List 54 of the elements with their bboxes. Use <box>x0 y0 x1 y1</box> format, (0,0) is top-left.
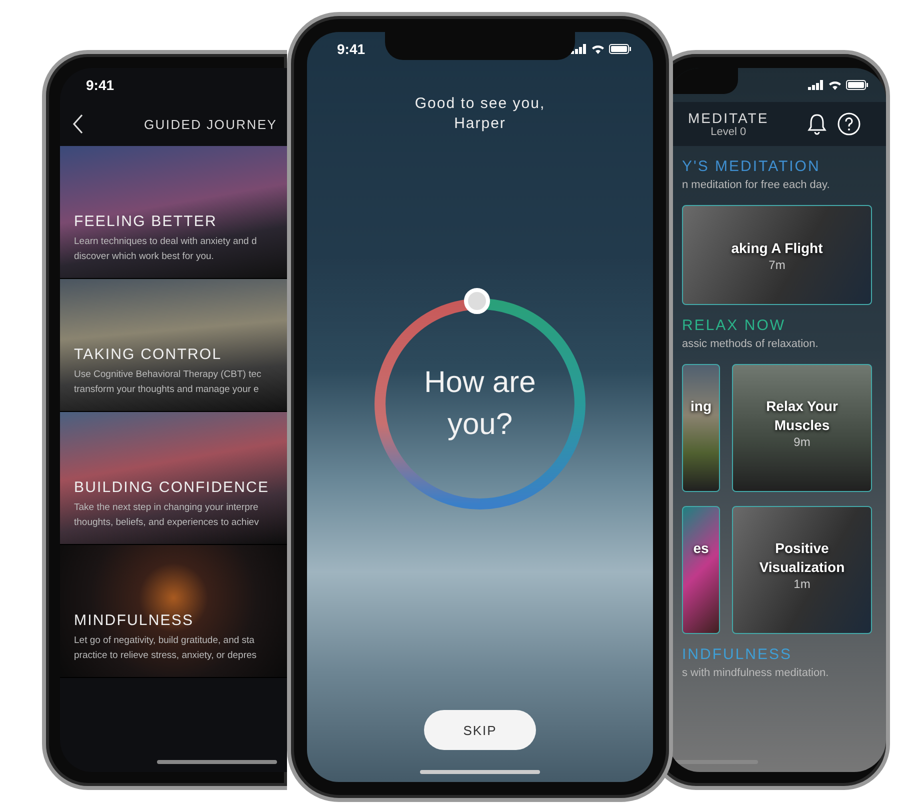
signal-icon <box>808 80 824 90</box>
journey-card[interactable]: TAKING CONTROL Use Cognitive Behavioral Therapy (CBT) tec transform your thoughts and manage your e <box>60 279 287 412</box>
signal-icon <box>571 44 587 54</box>
greeting-text: Good to see you, <box>414 94 546 114</box>
meditation-card[interactable]: ing <box>682 364 720 492</box>
mood-prompt: How are you? <box>423 365 537 443</box>
meditation-card[interactable]: aking A Flight 7m <box>682 205 872 305</box>
card-duration: 7m <box>768 258 786 272</box>
journey-description: practice to relieve stress, anxiety, or depres <box>74 649 258 663</box>
dial-handle[interactable] <box>464 288 490 314</box>
section-title: RELAX NOW <box>682 317 787 334</box>
card-title: ing <box>690 397 712 416</box>
level-label: Level 0 <box>710 126 746 138</box>
journey-description: Use Cognitive Behavioral Therapy (CBT) tec <box>74 368 262 382</box>
battery-icon <box>609 44 631 54</box>
journey-description: thoughts, beliefs, and experiences to achiev <box>74 516 260 530</box>
bell-icon[interactable] <box>806 113 827 135</box>
journey-description: discover which work best for you. <box>74 250 215 264</box>
journey-card[interactable]: MINDFULNESS Let go of negativity, build gratitude, and sta practice to relieve stress, anxiety, or depres <box>60 545 287 678</box>
card-duration: 9m <box>794 435 810 449</box>
skip-button[interactable]: SKIP <box>424 710 536 750</box>
journey-card[interactable]: FEELING BETTER Learn techniques to deal with anxiety and d discover which work best for you. <box>60 146 287 279</box>
journey-description: Let go of negativity, build gratitude, and sta <box>74 634 256 648</box>
journey-description: transform your thoughts and manage your e <box>74 383 260 397</box>
section-subtitle: assic methods of relaxation. <box>682 338 820 350</box>
card-title: Relax Your Muscles <box>765 397 839 435</box>
section-subtitle: n meditation for free each day. <box>682 179 831 191</box>
journey-description: Learn techniques to deal with anxiety and d <box>74 235 258 249</box>
screen-title: GUIDED JOURNEY <box>144 116 278 132</box>
journey-card[interactable]: BUILDING CONFIDENCE Take the next step in changing your interpre thoughts, beliefs, and experiences to achiev <box>60 412 287 545</box>
greeting-text: Harper <box>453 114 507 134</box>
help-icon[interactable] <box>836 112 861 136</box>
journey-title: MINDFULNESS <box>74 612 195 629</box>
journey-title: FEELING BETTER <box>74 213 218 230</box>
journey-title: TAKING CONTROL <box>74 346 223 363</box>
wifi-icon <box>591 44 605 54</box>
journey-description: Take the next step in changing your interpre <box>74 501 260 515</box>
section-title: INDFULNESS <box>682 646 794 663</box>
back-icon[interactable] <box>72 114 84 134</box>
meditation-card[interactable]: Relax Your Muscles 9m <box>732 364 872 492</box>
screen-title: MEDITATE <box>688 110 769 126</box>
card-title: es <box>693 539 709 558</box>
status-time: 9:41 <box>86 77 114 93</box>
meditation-card[interactable]: es <box>682 506 720 634</box>
card-duration: 1m <box>794 577 810 591</box>
card-title: aking A Flight <box>731 238 823 258</box>
status-time: 9:41 <box>337 41 366 57</box>
section-title: Y'S MEDITATION <box>682 158 822 175</box>
meditation-card[interactable]: Positive Visualization 1m <box>732 506 872 634</box>
section-subtitle: s with mindfulness meditation. <box>682 667 830 679</box>
wifi-icon <box>828 80 842 90</box>
battery-icon <box>846 80 868 90</box>
journey-title: BUILDING CONFIDENCE <box>74 479 270 496</box>
card-title: Positive Visualization <box>758 539 846 577</box>
